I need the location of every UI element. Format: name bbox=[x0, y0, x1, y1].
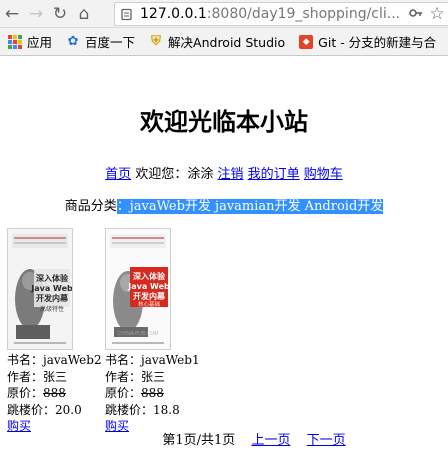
book-sale-price: 跳楼价：20.0 bbox=[7, 402, 82, 417]
home-link[interactable]: 首页 bbox=[105, 167, 131, 182]
bookmark-star-icon[interactable]: ☆ bbox=[426, 4, 448, 24]
shield-icon: ⛨ bbox=[151, 34, 161, 49]
svg-text:高级特性: 高级特性 bbox=[40, 305, 64, 313]
price-value: 888 bbox=[43, 386, 66, 400]
svg-text:深入体验: 深入体验 bbox=[36, 273, 69, 283]
pagination: 第1页/共1页 上一页 下一页 bbox=[0, 429, 448, 448]
price-prefix: 原价： bbox=[105, 386, 142, 400]
svg-text:Java Web: Java Web bbox=[30, 284, 72, 293]
cart-link[interactable]: 购物车 bbox=[304, 167, 343, 182]
url-path: :8080/day19_shopping/cli... bbox=[206, 6, 401, 22]
book-name: 书名：javaWeb2 bbox=[7, 353, 102, 367]
url-host: 127.0.0.1 bbox=[140, 6, 207, 22]
svg-text:CHINA-PUB.COM: CHINA-PUB.COM bbox=[117, 331, 158, 337]
svg-text:开发内幕: 开发内幕 bbox=[36, 293, 69, 303]
user-bar: 首页 欢迎您：涂涂 注销 我的订单 购物车 bbox=[0, 163, 448, 182]
book-sale-price: 跳楼价：18.8 bbox=[105, 402, 180, 417]
book-list: 深入体验 Java Web 开发内幕 高级特性 书名：javaWeb2 作者：张… bbox=[7, 228, 203, 435]
category-label: 商品分类 bbox=[64, 199, 117, 214]
book-cover-image[interactable]: 深入体验 Java Web 开发内幕 高级特性 bbox=[7, 228, 73, 350]
baidu-paw-icon: ✿ bbox=[67, 34, 79, 49]
back-arrow-icon[interactable]: ← bbox=[0, 2, 24, 26]
book-author: 作者：张三 bbox=[7, 369, 68, 384]
book-author: 作者：张三 bbox=[105, 369, 166, 384]
page-info: 第1页/共1页 bbox=[162, 433, 236, 448]
reload-icon[interactable]: ↻ bbox=[48, 2, 72, 26]
prev-page-link[interactable]: 上一页 bbox=[251, 433, 290, 448]
book-cover-image[interactable]: 深入体验 Java Web 开发内幕 核心基础 CHINA-PUB.COM bbox=[105, 228, 171, 350]
bookmark-label: Git - 分支的新建与合 bbox=[318, 35, 437, 50]
url-text[interactable]: 127.0.0.1:8080/day19_shopping/cli... bbox=[140, 6, 406, 22]
apps-grid-icon bbox=[8, 34, 22, 49]
bookmark-apps[interactable]: 应用 bbox=[8, 32, 52, 51]
logout-link[interactable]: 注销 bbox=[217, 167, 243, 182]
book-original-price: 原价：888 bbox=[7, 385, 104, 402]
address-bar[interactable]: 127.0.0.1:8080/day19_shopping/cli... ☆ bbox=[114, 2, 448, 26]
home-icon[interactable]: ⌂ bbox=[72, 2, 96, 26]
next-page-link[interactable]: 下一页 bbox=[307, 433, 346, 448]
orders-link[interactable]: 我的订单 bbox=[248, 167, 300, 182]
bookmark-label: 解决Android Studio bbox=[168, 35, 286, 50]
category-list[interactable]: ：javaWeb开发 javamian开发 Android开发 bbox=[116, 199, 384, 214]
book-name: 书名：javaWeb1 bbox=[105, 353, 200, 367]
svg-text:开发内幕: 开发内幕 bbox=[133, 291, 166, 301]
bookmark-label: 应用 bbox=[27, 35, 53, 50]
page-info-icon[interactable] bbox=[120, 8, 136, 21]
book-original-price: 原价：888 bbox=[105, 385, 202, 402]
category-bar: 商品分类：javaWeb开发 javamian开发 Android开发 bbox=[0, 195, 448, 214]
bookmark-baidu[interactable]: ✿ 百度一下 bbox=[66, 32, 135, 51]
bookmark-android-studio[interactable]: ⛨ 解决Android Studio bbox=[149, 32, 285, 51]
svg-text:深入体验: 深入体验 bbox=[133, 271, 166, 281]
svg-text:核心基础: 核心基础 bbox=[138, 300, 161, 308]
book-item: 深入体验 Java Web 开发内幕 高级特性 书名：javaWeb2 作者：张… bbox=[7, 228, 104, 435]
price-value: 888 bbox=[141, 386, 164, 400]
welcome-text: 欢迎您：涂涂 bbox=[135, 167, 214, 182]
svg-text:Java Web: Java Web bbox=[127, 282, 170, 291]
page-title: 欢迎光临本小站 bbox=[140, 107, 308, 136]
forward-arrow-icon[interactable]: → bbox=[24, 2, 48, 26]
browser-toolbar: ← → ↻ ⌂ 127.0.0.1:8080/day19_shopping/cl… bbox=[0, 0, 448, 28]
book-item: 深入体验 Java Web 开发内幕 核心基础 CHINA-PUB.COM 书名… bbox=[105, 228, 202, 435]
bookmarks-bar: 应用 ✿ 百度一下 ⛨ 解决Android Studio ◆ Git - 分支的… bbox=[0, 28, 448, 56]
bookmark-label: 百度一下 bbox=[85, 35, 136, 50]
price-prefix: 原价： bbox=[7, 386, 44, 400]
shop-page: 欢迎光临本小站 首页 欢迎您：涂涂 注销 我的订单 购物车 商品分类：javaW… bbox=[0, 56, 448, 459]
key-icon[interactable] bbox=[406, 7, 426, 22]
bookmark-git[interactable]: ◆ Git - 分支的新建与合 bbox=[299, 32, 436, 51]
git-icon: ◆ bbox=[299, 34, 314, 49]
